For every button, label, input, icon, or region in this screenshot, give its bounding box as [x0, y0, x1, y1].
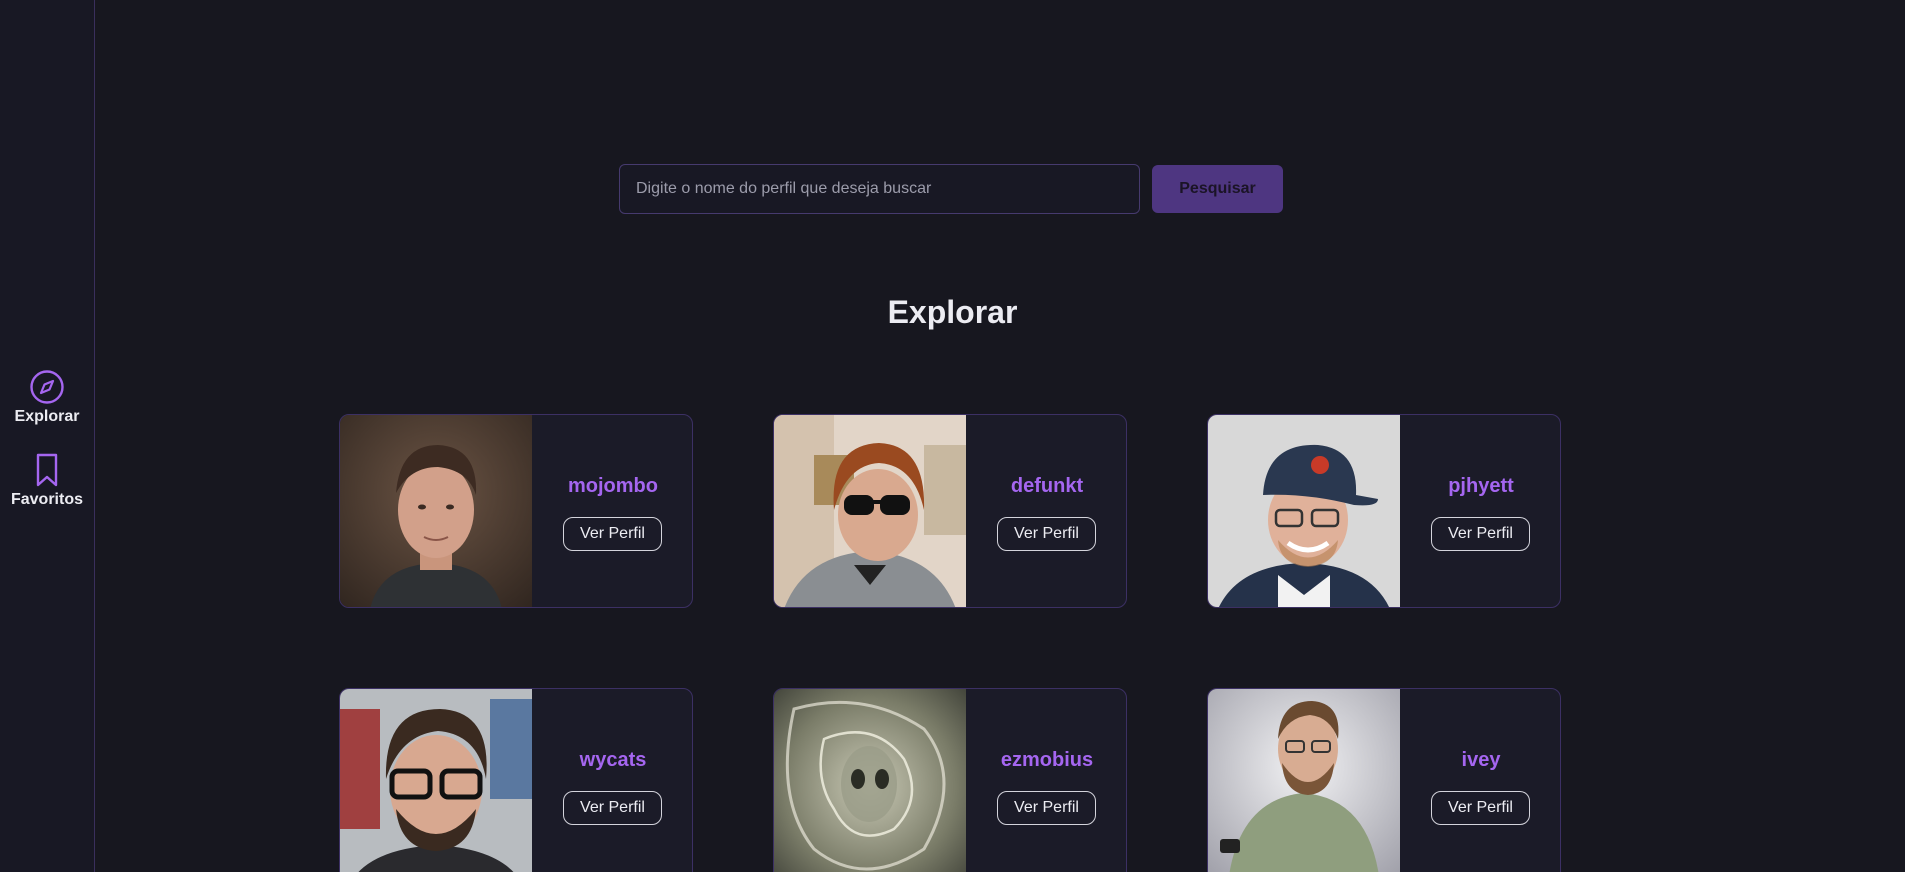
profile-card: wycats Ver Perfil: [339, 688, 693, 872]
card-body: defunkt Ver Perfil: [966, 415, 1126, 607]
profile-card: pjhyett Ver Perfil: [1207, 414, 1561, 608]
sidebar-item-favoritos[interactable]: Favoritos: [0, 452, 94, 509]
card-body: pjhyett Ver Perfil: [1400, 415, 1560, 607]
page-title-text: Explorar: [887, 294, 1018, 330]
profile-name: mojombo: [568, 475, 658, 497]
avatar: [1208, 415, 1400, 607]
view-profile-button[interactable]: Ver Perfil: [1431, 791, 1530, 825]
profile-card: defunkt Ver Perfil: [773, 414, 1127, 608]
profile-card: ezmobius Ver Perfil: [773, 688, 1127, 872]
sidebar-item-label: Favoritos: [10, 491, 83, 508]
sidebar: Explorar Favoritos: [0, 0, 95, 872]
sidebar-item-explorar[interactable]: Explorar: [0, 369, 94, 426]
view-profile-button[interactable]: Ver Perfil: [997, 791, 1096, 825]
profile-name: pjhyett: [1448, 475, 1514, 497]
card-body: ezmobius Ver Perfil: [966, 689, 1126, 872]
card-body: ivey Ver Perfil: [1400, 689, 1560, 872]
view-profile-button[interactable]: Ver Perfil: [563, 517, 662, 551]
view-profile-button[interactable]: Ver Perfil: [997, 517, 1096, 551]
avatar: [340, 689, 532, 872]
avatar: [774, 689, 966, 872]
sidebar-item-label: Explorar: [14, 408, 80, 425]
app: Explorar Favoritos Pesquisar Explorar: [0, 0, 1905, 872]
card-body: wycats Ver Perfil: [532, 689, 692, 872]
view-profile-button[interactable]: Ver Perfil: [563, 791, 662, 825]
profile-name: ivey: [1461, 749, 1501, 771]
profile-name: defunkt: [1010, 475, 1084, 497]
search-input[interactable]: [619, 164, 1140, 214]
profile-card: mojombo Ver Perfil: [339, 414, 693, 608]
search-button[interactable]: Pesquisar: [1152, 165, 1283, 213]
profile-name: ezmobius: [1000, 749, 1094, 771]
avatar: [340, 415, 532, 607]
card-body: mojombo Ver Perfil: [532, 415, 692, 607]
avatar: [1208, 689, 1400, 872]
profile-name: wycats: [579, 749, 647, 771]
view-profile-button[interactable]: Ver Perfil: [1431, 517, 1530, 551]
profile-card: ivey Ver Perfil: [1207, 688, 1561, 872]
bookmark-icon: [36, 453, 58, 487]
compass-icon: [30, 370, 64, 404]
page-title: Explorar: [0, 294, 1905, 331]
avatar: [774, 415, 966, 607]
